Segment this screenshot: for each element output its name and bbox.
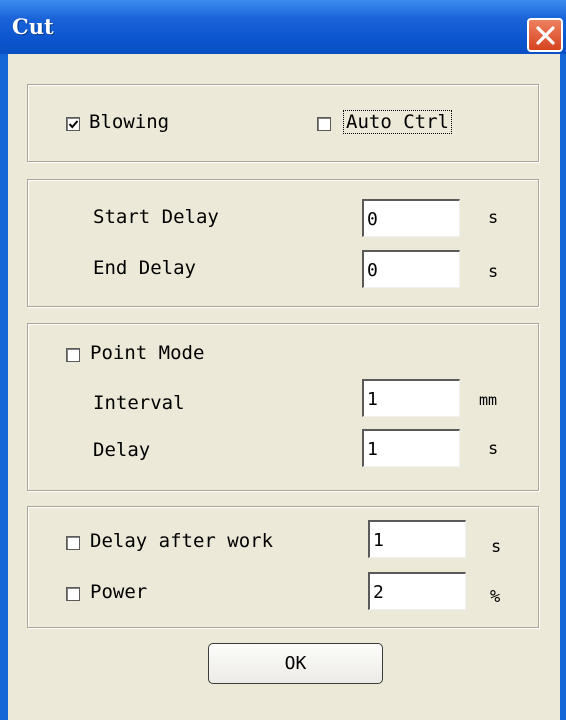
auto-ctrl-label: Auto Ctrl (343, 110, 452, 134)
delay-after-work-input[interactable] (368, 520, 466, 558)
point-mode-label: Point Mode (90, 342, 205, 364)
blowing-checkbox[interactable] (66, 117, 80, 131)
interval-unit: mm (479, 391, 498, 409)
power-checkbox[interactable] (66, 587, 80, 601)
delay-after-work-label: Delay after work (90, 530, 274, 552)
blowing-label: Blowing (89, 111, 170, 133)
dialog-body: Blowing Auto Ctrl Start Delay s End Dela… (8, 54, 560, 720)
delay-input[interactable] (362, 429, 460, 467)
window-title: Cut (12, 14, 54, 39)
start-delay-unit: s (488, 208, 499, 228)
close-button[interactable] (527, 18, 563, 52)
delay-unit: s (488, 439, 499, 459)
point-mode-checkbox[interactable] (66, 348, 80, 362)
checkmark-icon (68, 120, 79, 129)
end-delay-label: End Delay (93, 257, 196, 279)
title-bar[interactable]: Cut (0, 0, 566, 54)
dialog-window: Cut Blowing Auto Ctrl Start Delay s End … (0, 0, 566, 720)
delay-label: Delay (93, 439, 151, 461)
start-delay-input[interactable] (362, 199, 460, 237)
interval-label: Interval (93, 392, 185, 414)
blowing-group: Blowing Auto Ctrl (27, 84, 539, 162)
ok-button[interactable]: OK (208, 643, 383, 684)
end-delay-unit: s (488, 262, 499, 282)
delay-group: Start Delay s End Delay s (27, 179, 539, 307)
power-unit: % (490, 587, 501, 607)
start-delay-label: Start Delay (93, 206, 219, 228)
power-label: Power (90, 581, 148, 603)
power-input[interactable] (368, 572, 466, 610)
point-mode-group: Point Mode Interval mm Delay s (27, 323, 539, 491)
delay-after-work-checkbox[interactable] (66, 536, 80, 550)
end-delay-input[interactable] (362, 250, 460, 288)
delay-after-work-unit: s (491, 537, 502, 557)
close-icon (536, 26, 555, 45)
interval-input[interactable] (362, 379, 460, 417)
work-group: Delay after work s Power % (27, 506, 539, 628)
auto-ctrl-checkbox[interactable] (317, 117, 331, 131)
